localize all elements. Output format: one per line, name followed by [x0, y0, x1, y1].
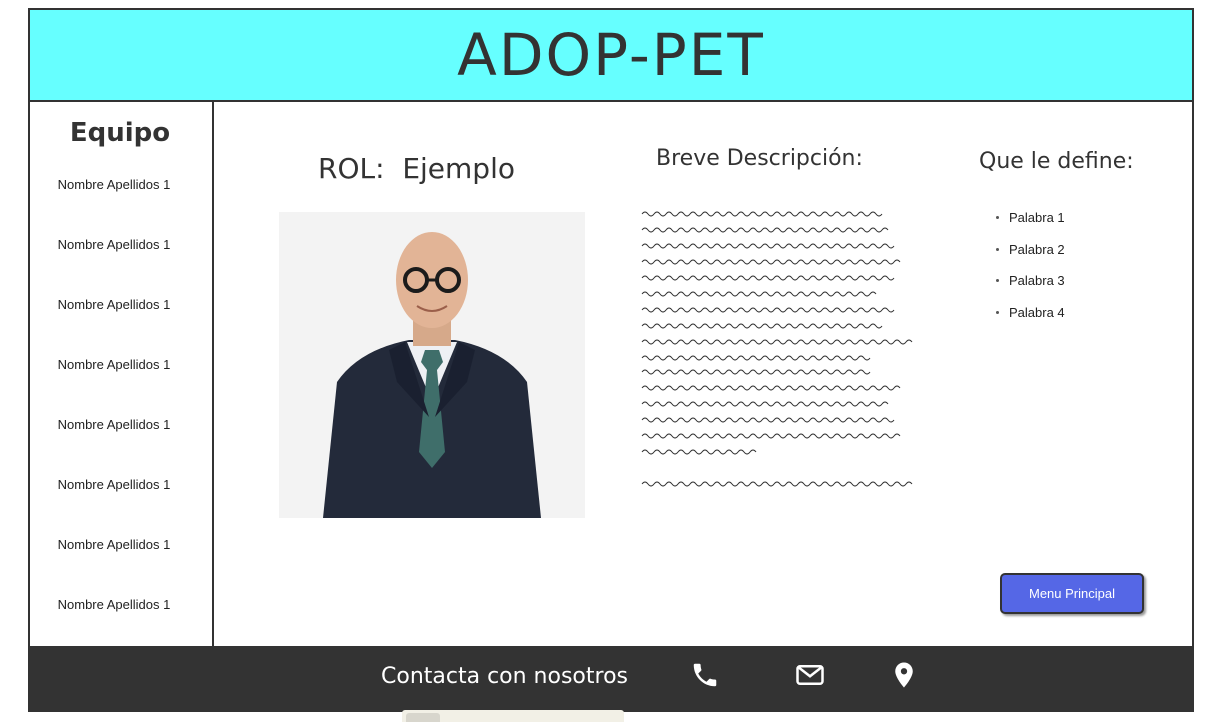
header: ADOP-PET — [28, 8, 1194, 102]
bullet-icon — [996, 216, 999, 219]
contact-label: Contacta con nosotros — [381, 664, 628, 689]
team-member-link[interactable]: Nombre Apellidos 1 — [28, 297, 200, 312]
phone-icon[interactable] — [690, 660, 720, 690]
team-member-link[interactable]: Nombre Apellidos 1 — [28, 177, 200, 192]
list-item: Palabra 4 — [996, 305, 1065, 337]
location-icon[interactable] — [889, 660, 919, 690]
role-heading: ROL: Ejemplo — [318, 152, 515, 185]
description-placeholder-text — [641, 211, 913, 487]
trait-label: Palabra 1 — [1009, 210, 1065, 225]
mail-icon[interactable] — [795, 660, 825, 690]
bullet-icon — [996, 279, 999, 282]
bullet-icon — [996, 310, 999, 314]
bullet-icon — [996, 247, 999, 251]
main-menu-button[interactable]: Menu Principal — [1000, 573, 1144, 614]
trait-label: Palabra 2 — [1009, 241, 1065, 257]
team-sidebar: Equipo Nombre Apellidos 1 Nombre Apellid… — [28, 100, 214, 646]
panel-knob — [406, 713, 440, 722]
define-title: Que le define: — [979, 149, 1134, 174]
team-member-link[interactable]: Nombre Apellidos 1 — [28, 417, 200, 432]
team-member-link[interactable]: Nombre Apellidos 1 — [28, 357, 200, 372]
bottom-panel-tab[interactable] — [402, 710, 624, 722]
trait-label: Palabra 3 — [1009, 273, 1065, 288]
list-item: Palabra 1 — [996, 210, 1065, 242]
team-member-link[interactable]: Nombre Apellidos 1 — [28, 537, 200, 552]
sidebar-title: Equipo — [69, 118, 171, 148]
member-photo — [279, 212, 585, 518]
list-item: Palabra 2 — [996, 242, 1065, 274]
team-member-link[interactable]: Nombre Apellidos 1 — [28, 477, 200, 492]
traits-list: Palabra 1 Palabra 2 Palabra 3 Palabra 4 — [996, 210, 1065, 336]
trait-label: Palabra 4 — [1009, 304, 1065, 320]
team-member-link[interactable]: Nombre Apellidos 1 — [28, 597, 200, 612]
description-title: Breve Descripción: — [656, 146, 863, 171]
list-item: Palabra 3 — [996, 273, 1065, 305]
app-title: ADOP-PET — [457, 21, 765, 89]
team-member-link[interactable]: Nombre Apellidos 1 — [28, 237, 200, 252]
footer: Contacta con nosotros — [28, 646, 1194, 710]
